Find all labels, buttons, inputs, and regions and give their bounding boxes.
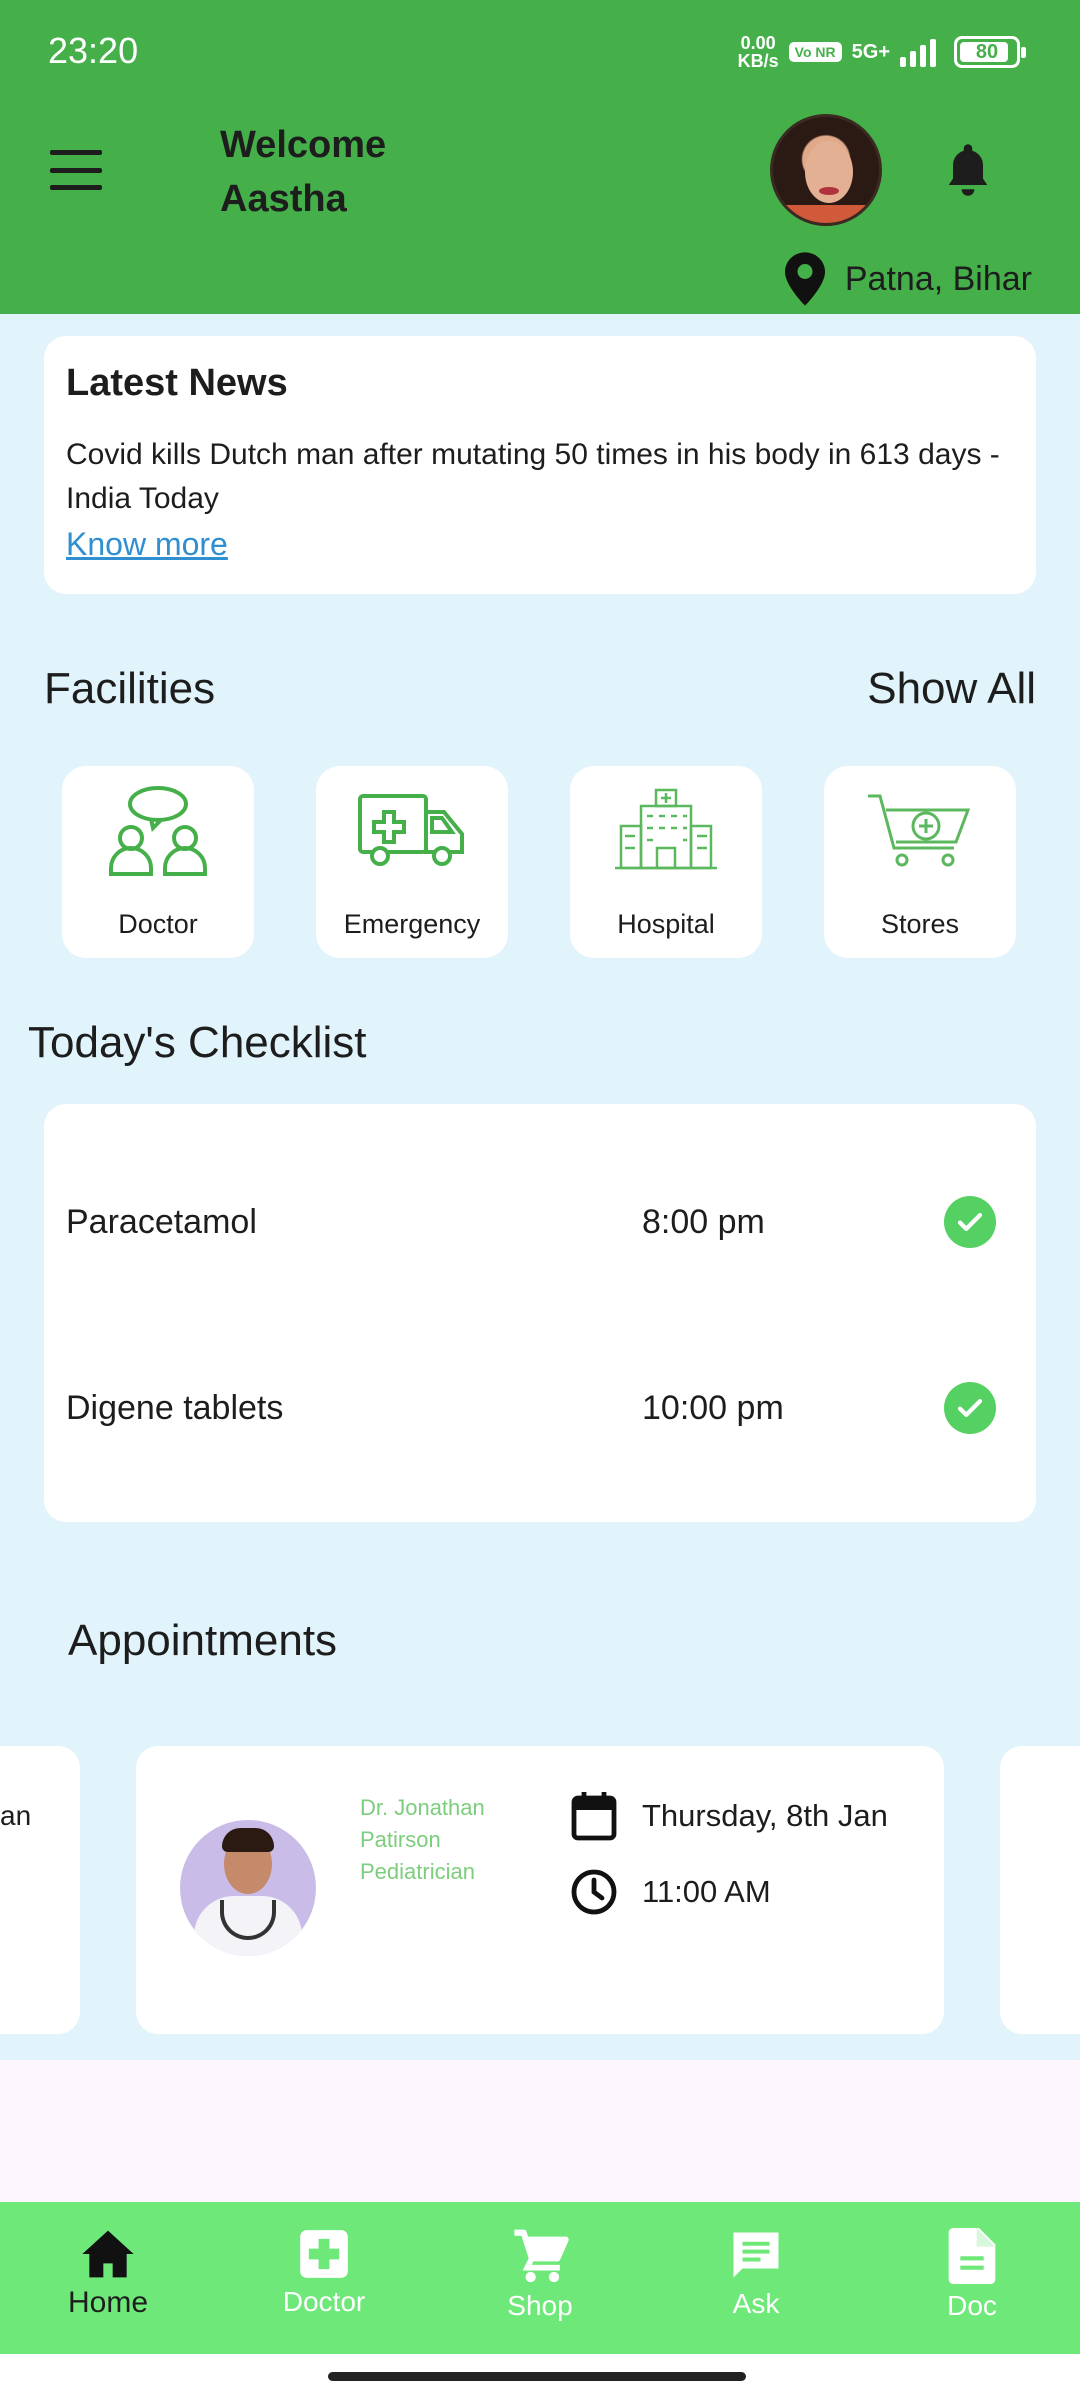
nav-label: Shop <box>507 2290 573 2321</box>
doctor-photo <box>180 1820 316 1956</box>
medical-cart-icon <box>868 794 971 867</box>
doctor-info: Dr. Jonathan Patirson Pediatrician <box>360 1792 485 1888</box>
clock-icon <box>571 1869 617 1915</box>
facility-label: Stores <box>880 909 960 939</box>
appointment-time: 11:00 AM <box>570 1868 771 1916</box>
network-type: 5G+ <box>851 40 890 63</box>
blank-strip <box>0 2060 1080 2202</box>
app-header: 23:20 0.00 KB/s Vo NR 5G+ 80 Welcome Aas… <box>0 0 1080 314</box>
know-more-link[interactable]: Know more <box>66 521 1014 567</box>
appointment-date-text: Thursday, 8th Jan <box>642 1798 888 1833</box>
hospital-building-icon <box>615 788 717 870</box>
check-done-icon[interactable] <box>944 1382 996 1434</box>
home-icon <box>82 2230 134 2278</box>
appointment-card-previous[interactable]: an <box>0 1746 80 2034</box>
checklist-item[interactable]: Digene tablets 10:00 pm <box>66 1378 1014 1438</box>
checklist-card: Paracetamol 8:00 pm Digene tablets 10:00… <box>44 1104 1036 1522</box>
nav-home[interactable]: Home <box>0 2202 216 2354</box>
doctor-specialty: Pediatrician <box>360 1859 475 1884</box>
chat-icon <box>733 2232 779 2278</box>
latest-news-card: Latest News Covid kills Dutch man after … <box>44 336 1036 594</box>
status-icons: 0.00 KB/s Vo NR 5G+ 80 <box>737 33 1026 71</box>
nav-shop[interactable]: Shop <box>432 2202 648 2354</box>
previous-card-fragment: an <box>0 1800 32 1831</box>
checklist-title: Today's Checklist <box>28 1018 367 1067</box>
notification-bell-icon[interactable] <box>942 140 994 200</box>
appointment-card[interactable]: Dr. Jonathan Patirson Pediatrician Thurs… <box>136 1746 944 2034</box>
facility-emergency[interactable]: Emergency <box>316 766 508 958</box>
nav-ask[interactable]: Ask <box>648 2202 864 2354</box>
appointment-date: Thursday, 8th Jan <box>570 1790 888 1842</box>
facility-stores[interactable]: Stores <box>824 766 1016 958</box>
nav-label: Doctor <box>282 2286 366 2317</box>
appointment-time-text: 11:00 AM <box>642 1874 771 1909</box>
location-pin-icon <box>784 252 825 306</box>
facility-doctor[interactable]: Doctor <box>62 766 254 958</box>
location-label: Patna, Bihar <box>844 259 1032 298</box>
medical-cross-icon <box>300 2230 348 2278</box>
cart-icon <box>514 2229 569 2283</box>
nav-label: Home <box>67 2286 149 2319</box>
news-title: Latest News <box>66 362 288 404</box>
volte-badge: Vo NR <box>788 42 842 62</box>
appointments-title: Appointments <box>68 1616 338 1665</box>
appointment-card-next[interactable] <box>1000 1746 1080 2034</box>
doctor-name-line1: Dr. Jonathan <box>360 1795 485 1820</box>
bottom-nav: Home Doctor Shop Ask Doc <box>0 2202 1080 2354</box>
check-done-icon[interactable] <box>944 1196 996 1248</box>
battery-icon: 80 <box>954 36 1026 68</box>
gesture-bar[interactable] <box>328 2372 746 2381</box>
facilities-title: Facilities <box>44 664 216 713</box>
status-time: 23:20 <box>48 30 139 71</box>
medicine-name: Digene tablets <box>66 1388 284 1427</box>
ambulance-icon <box>358 794 464 866</box>
document-icon <box>948 2228 996 2284</box>
nav-label: Doc <box>947 2290 997 2321</box>
doctor-name-line2: Patirson <box>360 1827 441 1852</box>
medicine-time: 8:00 pm <box>642 1202 765 1241</box>
nav-doc[interactable]: Doc <box>864 2202 1080 2354</box>
doctor-consult-icon <box>109 786 207 876</box>
show-all-button[interactable]: Show All <box>867 664 1036 714</box>
checklist-item[interactable]: Paracetamol 8:00 pm <box>66 1192 1014 1252</box>
avatar[interactable] <box>770 114 882 226</box>
medicine-time: 10:00 pm <box>642 1388 784 1427</box>
signal-icon <box>900 37 936 67</box>
facility-label: Emergency <box>343 909 481 939</box>
calendar-icon <box>571 1792 617 1841</box>
facility-label: Doctor <box>118 909 198 939</box>
facility-label: Hospital <box>617 909 715 939</box>
welcome-text: Welcome Aastha <box>220 124 387 220</box>
medicine-name: Paracetamol <box>66 1202 257 1241</box>
nav-label: Ask <box>732 2288 780 2319</box>
facility-hospital[interactable]: Hospital <box>570 766 762 958</box>
location[interactable]: Patna, Bihar <box>784 252 1032 306</box>
network-speed: 0.00 KB/s <box>737 33 779 71</box>
battery-level: 80 <box>975 40 999 63</box>
nav-doctor[interactable]: Doctor <box>216 2202 432 2354</box>
news-headline: Covid kills Dutch man after mutating 50 … <box>66 438 1000 515</box>
menu-icon[interactable] <box>50 150 102 190</box>
